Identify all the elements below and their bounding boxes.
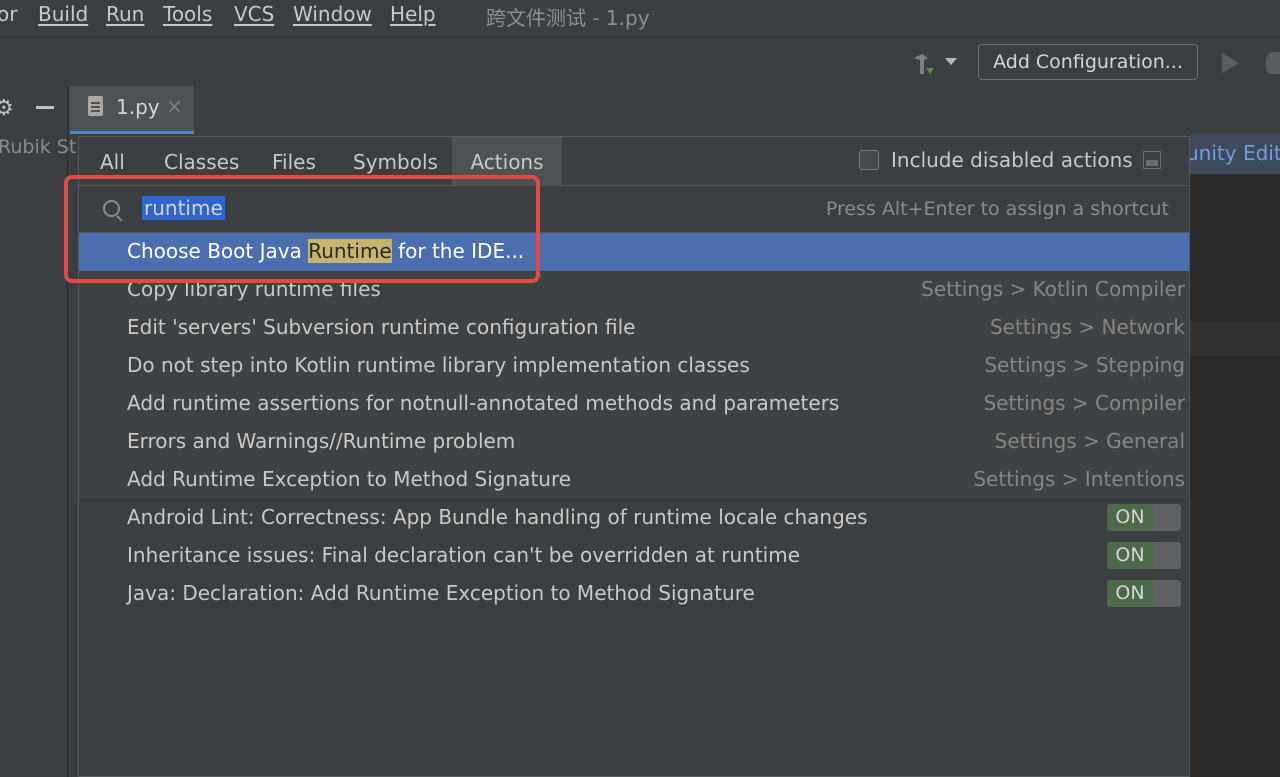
menu-run[interactable]: Run (106, 2, 144, 26)
banner-text[interactable]: unity Editi (1186, 141, 1280, 165)
menu-tools[interactable]: Tools (163, 2, 212, 26)
editor-tab-1py[interactable]: 1.py × (70, 86, 194, 134)
menu-editor[interactable]: or (0, 2, 17, 26)
toggle-state: ON (1107, 504, 1153, 531)
on-off-toggle[interactable]: ON (1107, 580, 1181, 607)
result-label: Inheritance issues: Final declaration ca… (127, 543, 801, 567)
include-disabled-checkbox[interactable] (859, 150, 879, 170)
search-hint: Press Alt+Enter to assign a shortcut (825, 198, 1169, 220)
menu-vcs[interactable]: VCS (234, 2, 274, 26)
menu-bar: or Build Run Tools VCS Window Help 跨文件测试… (0, 0, 1280, 36)
result-label: Edit 'servers' Subversion runtime config… (127, 315, 636, 339)
add-configuration-button[interactable]: Add Configuration... (978, 44, 1198, 80)
result-path: Settings > Compiler (983, 391, 1185, 415)
toggle-state: ON (1107, 542, 1153, 569)
list-item[interactable]: Add Runtime Exception to Method Signatur… (79, 461, 1189, 499)
list-item[interactable]: Android Lint: Correctness: App Bundle ha… (79, 499, 1189, 537)
menu-window[interactable]: Window (293, 2, 372, 26)
result-path: Settings > Kotlin Compiler (921, 277, 1185, 301)
list-item[interactable]: Inheritance issues: Final declaration ca… (79, 537, 1189, 575)
result-label: Errors and Warnings//Runtime problem (127, 429, 516, 453)
list-item[interactable]: Do not step into Kotlin runtime library … (79, 347, 1189, 385)
chevron-down-icon[interactable] (945, 58, 957, 65)
list-item[interactable]: Edit 'servers' Subversion runtime config… (79, 309, 1189, 347)
list-item[interactable]: Add runtime assertions for notnull-annot… (79, 385, 1189, 423)
result-path: Settings > Network (989, 315, 1185, 339)
project-panel (0, 86, 68, 777)
editor-tab-bar: 1.py × (68, 86, 1280, 134)
close-icon[interactable]: × (166, 94, 183, 118)
menu-build[interactable]: Build (38, 2, 88, 26)
results-list: Choose Boot Java Runtime for the IDE... … (79, 233, 1189, 613)
toggle-state: ON (1107, 580, 1153, 607)
minimize-icon[interactable] (36, 106, 54, 109)
result-label: Java: Declaration: Add Runtime Exception… (127, 581, 755, 605)
build-hammer-icon[interactable] (910, 52, 936, 78)
result-path: Settings > Intentions (973, 467, 1185, 491)
result-path: Settings > General (994, 429, 1185, 453)
menu-help[interactable]: Help (390, 2, 436, 26)
result-label: Add runtime assertions for notnull-annot… (127, 391, 840, 415)
list-item[interactable]: Java: Declaration: Add Runtime Exception… (79, 575, 1189, 613)
gear-icon[interactable]: ⚙ (0, 96, 14, 121)
include-disabled-label[interactable]: Include disabled actions (891, 148, 1133, 172)
editor-area[interactable] (1190, 134, 1280, 777)
caret-line (1190, 322, 1280, 356)
tab-label: 1.py (116, 95, 160, 119)
list-item[interactable]: Errors and Warnings//Runtime problem Set… (79, 423, 1189, 461)
result-label: Android Lint: Correctness: App Bundle ha… (127, 505, 868, 529)
file-icon (88, 96, 103, 116)
result-label: Add Runtime Exception to Method Signatur… (127, 467, 572, 491)
result-label: Do not step into Kotlin runtime library … (127, 353, 750, 377)
annotation-highlight-box (64, 175, 540, 283)
window-title: 跨文件测试 - 1.py (486, 6, 650, 30)
on-off-toggle[interactable]: ON (1107, 542, 1181, 569)
main-toolbar: Add Configuration... (0, 37, 1280, 86)
debug-icon[interactable] (1266, 52, 1280, 74)
preview-toggle-icon[interactable] (1143, 151, 1161, 169)
result-path: Settings > Stepping (984, 353, 1185, 377)
run-icon[interactable] (1222, 53, 1239, 73)
on-off-toggle[interactable]: ON (1107, 504, 1181, 531)
project-tree-item[interactable]: Rubik St (0, 136, 76, 158)
